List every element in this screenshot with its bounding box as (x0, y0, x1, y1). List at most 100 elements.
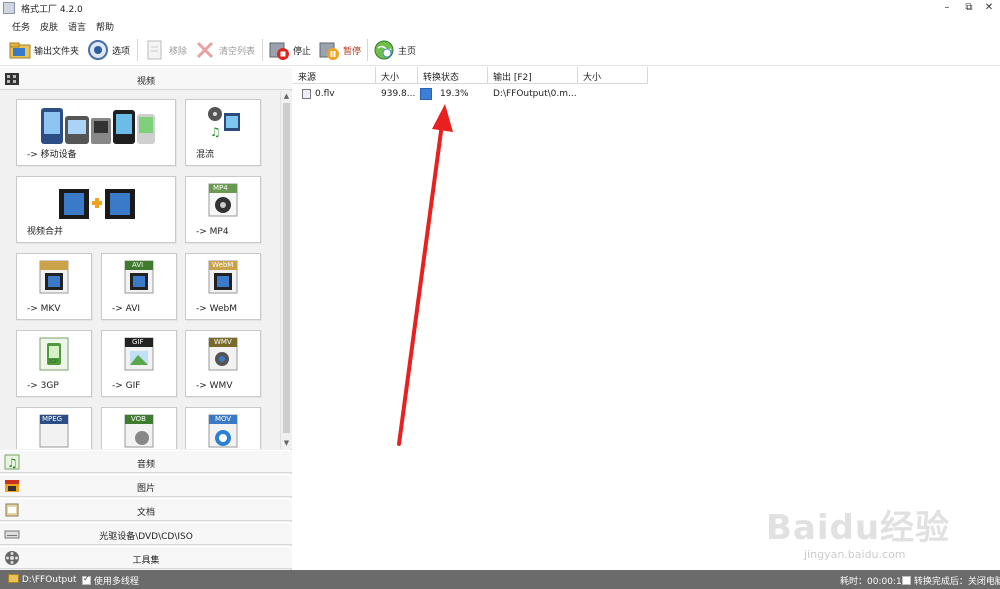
tile-join-label: 视频合并 (27, 227, 64, 237)
tile-avi-label: -> AVI (112, 304, 141, 314)
clear-list-button[interactable]: 清空列表 (194, 37, 255, 63)
tile-mkv-label: -> MKV (27, 304, 61, 314)
vob-file-icon: VOB (124, 414, 154, 449)
category-document-label: 文档 (136, 508, 155, 518)
mp4-badge: MP4 (213, 184, 228, 192)
tile-mov[interactable]: MOV (185, 407, 261, 449)
pause-icon (318, 39, 340, 61)
home-globe-icon (373, 39, 395, 61)
pause-label: 暂停 (343, 46, 362, 57)
function-panel: 视频 -> 移动设备 ♫ 混流 视频合并 MP4 -> MP4 -> MKV A… (0, 67, 292, 570)
wmv-file-icon: WMV (208, 337, 238, 374)
options-button[interactable]: 选项 (87, 37, 130, 63)
mov-file-icon: MOV (208, 414, 238, 449)
remove-document-icon (144, 39, 166, 61)
tile-3gp[interactable]: 3GP -> 3GP (16, 330, 92, 397)
category-video[interactable]: 视频 (0, 67, 292, 90)
tile-video-join[interactable]: 视频合并 (16, 176, 176, 243)
3gp-file-icon: 3GP (39, 337, 69, 374)
mov-badge: MOV (215, 415, 232, 423)
tile-vob[interactable]: VOB (101, 407, 177, 449)
tile-mp4-label: -> MP4 (196, 227, 229, 237)
mux-icon: ♫ (206, 105, 242, 142)
window-title: 格式工厂 4.2.0 (21, 5, 83, 15)
small-folder-icon (8, 574, 19, 583)
tile-gif[interactable]: GIF -> GIF (101, 330, 177, 397)
watermark-url: jingyan.baidu.com (804, 548, 906, 561)
tile-mkv[interactable]: -> MKV (16, 253, 92, 320)
category-video-label: 视频 (136, 77, 155, 87)
output-folder-label: 输出文件夹 (34, 46, 80, 57)
pause-button[interactable]: 暂停 (318, 37, 361, 63)
restore-button[interactable]: ⧉ (958, 0, 980, 17)
multithread-toggle[interactable]: 使用多线程 (82, 574, 139, 587)
webm-badge: WebM (212, 261, 234, 269)
tile-mobile-label: -> 移动设备 (27, 150, 77, 160)
category-audio-label: 音频 (136, 460, 155, 470)
menu-help[interactable]: 帮助 (96, 20, 114, 33)
tile-mobile-device[interactable]: -> 移动设备 (16, 99, 176, 166)
options-label: 选项 (112, 46, 131, 57)
avi-badge: AVI (132, 261, 144, 269)
watermark-logo: Baidu经验 (766, 508, 951, 548)
scroll-up-icon[interactable]: ▲ (281, 91, 292, 102)
folder-icon (9, 39, 31, 61)
after-done-toggle[interactable]: 转换完成后：关闭电脑 (902, 574, 1000, 587)
annotation-arrow (397, 104, 453, 446)
stop-icon (268, 39, 290, 61)
svg-text:♫: ♫ (210, 125, 221, 139)
avi-file-icon: AVI (124, 260, 154, 297)
tiles-scrollbar[interactable]: ▲ ▼ (280, 91, 292, 449)
tile-avi[interactable]: AVI -> AVI (101, 253, 177, 320)
category-picture-label: 图片 (136, 484, 155, 494)
tile-mpeg[interactable]: MPEG (16, 407, 92, 449)
stop-button[interactable]: 停止 (268, 37, 311, 63)
menu-language[interactable]: 语言 (68, 20, 86, 33)
after-done-checkbox[interactable] (902, 576, 911, 585)
menu-skin[interactable]: 皮肤 (40, 20, 58, 33)
tile-webm[interactable]: WebM -> WebM (185, 253, 261, 320)
multithread-checkbox[interactable] (82, 574, 91, 585)
tile-webm-label: -> WebM (196, 304, 238, 314)
output-folder-status[interactable]: D:\FFOutput (8, 574, 77, 585)
tile-gif-label: -> GIF (112, 381, 141, 391)
scroll-down-icon[interactable]: ▼ (281, 438, 292, 449)
task-list: 来源 大小 转换状态 输出 [F2] 大小 0.flv 939.8... 19.… (293, 67, 1000, 570)
scroll-thumb[interactable] (283, 103, 290, 433)
mpeg-badge: MPEG (42, 415, 63, 423)
clear-x-icon (194, 39, 216, 61)
output-folder-button[interactable]: 输出文件夹 (9, 37, 79, 63)
category-tools-label: 工具集 (132, 556, 160, 566)
video-join-icon (57, 187, 137, 224)
stop-label: 停止 (293, 46, 312, 57)
category-rom-label: 光驱设备\DVD\CD\ISO (99, 532, 193, 542)
menu-task[interactable]: 任务 (12, 20, 30, 33)
remove-label: 移除 (169, 46, 188, 57)
category-document[interactable]: 文档 (0, 498, 292, 521)
home-button[interactable]: 主页 (373, 37, 416, 63)
toolbar: 输出文件夹 选项 移除 清空列表 停止 暂停 主页 (0, 34, 1000, 66)
minimize-button[interactable]: – (936, 0, 958, 17)
category-audio[interactable]: ♫ 音频 (0, 450, 292, 473)
tile-mp4[interactable]: MP4 -> MP4 (185, 176, 261, 243)
close-button[interactable]: ✕ (978, 0, 1000, 17)
gif-file-icon: GIF (124, 337, 154, 374)
home-label: 主页 (398, 46, 417, 57)
output-folder-path: D:\FFOutput (21, 575, 77, 585)
wmv-badge: WMV (214, 338, 232, 346)
tile-wmv[interactable]: WMV -> WMV (185, 330, 261, 397)
category-picture[interactable]: 图片 (0, 474, 292, 497)
options-gear-icon (87, 39, 109, 61)
mobile-devices-icon (37, 104, 159, 151)
category-tools[interactable]: 工具集 (0, 546, 292, 569)
tile-mux[interactable]: ♫ 混流 (185, 99, 261, 166)
format-factory-window: 格式工厂 4.2.0 – ⧉ ✕ 任务 皮肤 语言 帮助 输出文件夹 选项 移除… (0, 0, 1000, 589)
elapsed-time: 耗时：00:00:17 (840, 577, 908, 587)
app-icon (3, 2, 15, 14)
vob-badge: VOB (131, 415, 146, 423)
remove-button[interactable]: 移除 (144, 37, 187, 63)
status-bar: D:\FFOutput 使用多线程 耗时：00:00:17 转换完成后：关闭电脑 (0, 570, 1000, 589)
webm-file-icon: WebM (208, 260, 238, 297)
3gp-badge: 3GP (48, 359, 59, 365)
category-rom-device[interactable]: 光驱设备\DVD\CD\ISO (0, 522, 292, 545)
